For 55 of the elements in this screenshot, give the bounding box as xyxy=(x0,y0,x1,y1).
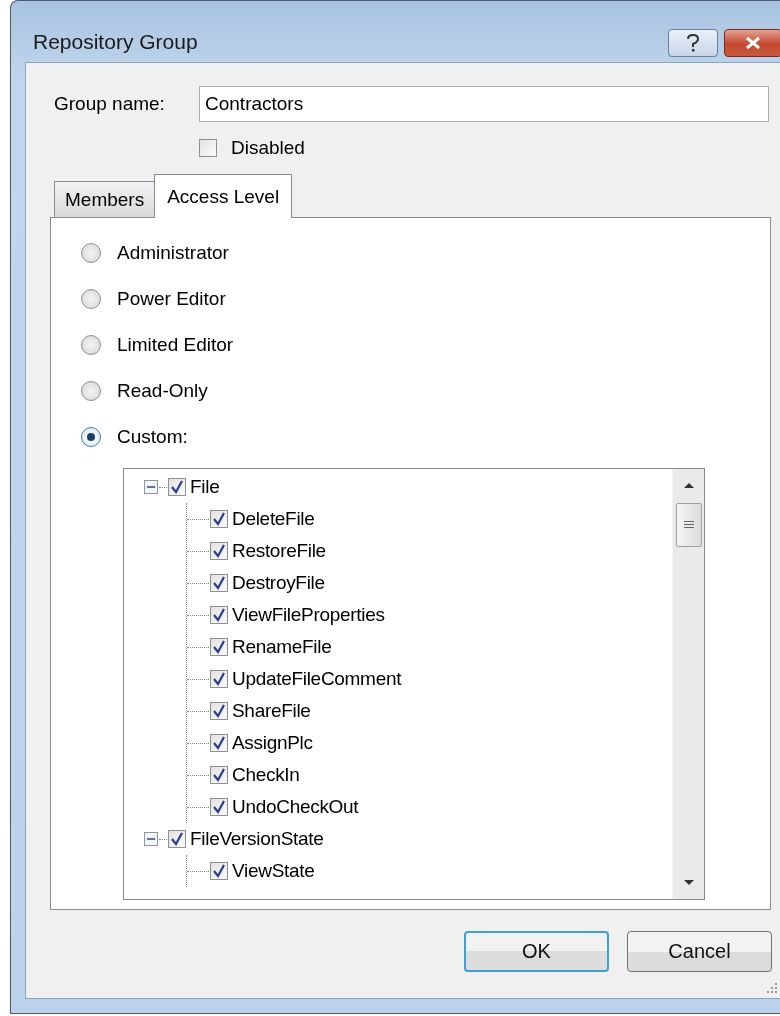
radio-button[interactable] xyxy=(81,289,101,309)
tree-item-label[interactable]: UpdateFileComment xyxy=(232,668,402,690)
radio-button[interactable] xyxy=(81,427,101,447)
tree-item-label[interactable]: CheckIn xyxy=(232,764,300,786)
ok-button[interactable]: OK xyxy=(464,931,609,972)
radio-label: Read-Only xyxy=(117,380,208,402)
tree-checkbox[interactable] xyxy=(210,862,228,880)
tree-checkbox[interactable] xyxy=(168,478,186,496)
tree-checkbox[interactable] xyxy=(210,798,228,816)
window-title: Repository Group xyxy=(33,29,198,54)
tree-checkbox[interactable] xyxy=(210,702,228,720)
tree-checkbox[interactable] xyxy=(210,542,228,560)
scrollbar-track[interactable] xyxy=(672,469,704,899)
radio-label: Custom: xyxy=(117,426,188,448)
tree-checkbox[interactable] xyxy=(210,510,228,528)
tree-item-label[interactable]: ViewState xyxy=(232,860,315,882)
tree-item-label[interactable]: File xyxy=(190,476,220,498)
group-name-label: Group name: xyxy=(54,93,166,115)
tree-item-label[interactable]: DeleteFile xyxy=(232,508,315,530)
group-name-field[interactable]: Contractors xyxy=(199,86,769,122)
tree-item-label[interactable]: AssignPlc xyxy=(232,732,313,754)
disabled-label: Disabled xyxy=(231,137,305,159)
collapse-icon[interactable] xyxy=(144,480,158,494)
tree-checkbox[interactable] xyxy=(210,766,228,784)
resize-grip-icon[interactable] xyxy=(764,980,778,994)
radio-label: Power Editor xyxy=(117,288,226,310)
tree-checkbox[interactable] xyxy=(210,606,228,624)
radio-button[interactable] xyxy=(81,335,101,355)
tree-checkbox[interactable] xyxy=(210,574,228,592)
help-button[interactable] xyxy=(668,28,718,57)
scroll-up-icon[interactable] xyxy=(682,481,695,489)
tree-item-label[interactable]: DestroyFile xyxy=(232,572,325,594)
tree-item-label[interactable]: UndoCheckOut xyxy=(232,796,359,818)
radio-label: Administrator xyxy=(117,242,229,264)
tree-checkbox[interactable] xyxy=(210,734,228,752)
tree-checkbox[interactable] xyxy=(168,830,186,848)
tree-item-label[interactable]: ViewFileProperties xyxy=(232,604,385,626)
tree-item-label[interactable]: RestoreFile xyxy=(232,540,326,562)
cancel-button[interactable]: Cancel xyxy=(627,931,772,972)
scrollbar-thumb[interactable] xyxy=(675,503,702,547)
question-mark-icon xyxy=(686,33,700,52)
radio-button[interactable] xyxy=(81,381,101,401)
tree-checkbox[interactable] xyxy=(210,638,228,656)
tab[interactable]: Members xyxy=(54,181,156,217)
close-button[interactable] xyxy=(724,28,780,57)
close-icon xyxy=(744,35,762,50)
tree-item-label[interactable]: RenameFile xyxy=(232,636,332,658)
tree-item-label[interactable]: ShareFile xyxy=(232,700,311,722)
scroll-down-icon[interactable] xyxy=(682,879,695,887)
radio-label: Limited Editor xyxy=(117,334,234,356)
tree-item-label[interactable]: FileVersionState xyxy=(190,828,324,850)
collapse-icon[interactable] xyxy=(144,832,158,846)
tab[interactable]: Access Level xyxy=(154,174,293,218)
radio-button[interactable] xyxy=(81,243,101,263)
tree-checkbox[interactable] xyxy=(210,670,228,688)
